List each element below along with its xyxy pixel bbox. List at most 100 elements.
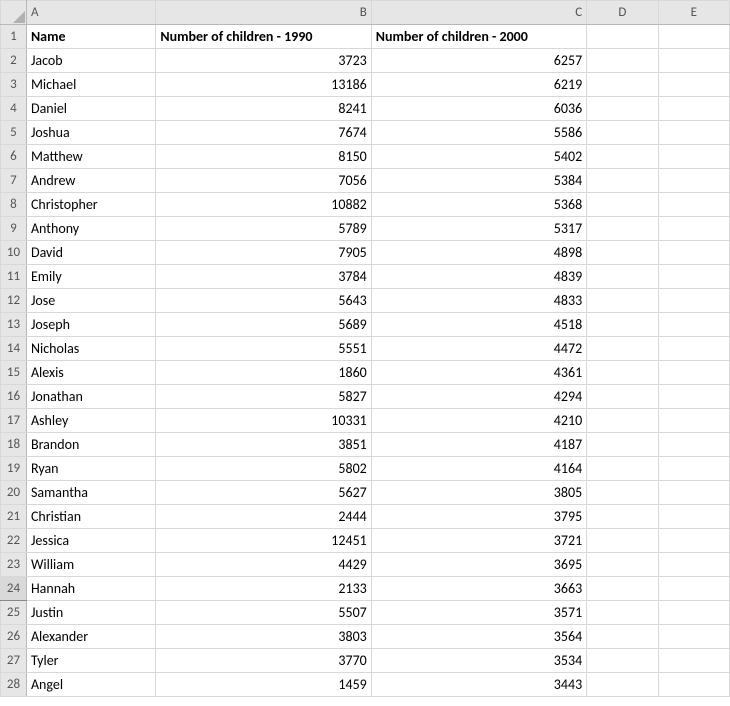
cell-E2[interactable] xyxy=(658,49,729,73)
cell-A20[interactable]: Samantha xyxy=(26,481,155,505)
cell-E8[interactable] xyxy=(658,193,729,217)
cell-B21[interactable]: 2444 xyxy=(156,505,371,529)
cell-A27[interactable]: Tyler xyxy=(26,649,155,673)
cell-A12[interactable]: Jose xyxy=(26,289,155,313)
cell-D24[interactable] xyxy=(587,577,658,601)
cell-C23[interactable]: 3695 xyxy=(371,553,586,577)
cell-E1[interactable] xyxy=(658,25,729,49)
cell-B19[interactable]: 5802 xyxy=(156,457,371,481)
cell-B7[interactable]: 7056 xyxy=(156,169,371,193)
cell-C20[interactable]: 3805 xyxy=(371,481,586,505)
cell-C24[interactable]: 3663 xyxy=(371,577,586,601)
cell-E28[interactable] xyxy=(658,673,729,697)
cell-C8[interactable]: 5368 xyxy=(371,193,586,217)
cell-B9[interactable]: 5789 xyxy=(156,217,371,241)
cell-D11[interactable] xyxy=(587,265,658,289)
row-header-24[interactable]: 24 xyxy=(1,577,27,601)
cell-B5[interactable]: 7674 xyxy=(156,121,371,145)
cell-C28[interactable]: 3443 xyxy=(371,673,586,697)
cell-B26[interactable]: 3803 xyxy=(156,625,371,649)
cell-D16[interactable] xyxy=(587,385,658,409)
cell-A8[interactable]: Christopher xyxy=(26,193,155,217)
row-header-3[interactable]: 3 xyxy=(1,73,27,97)
cell-D2[interactable] xyxy=(587,49,658,73)
cell-A17[interactable]: Ashley xyxy=(26,409,155,433)
row-header-26[interactable]: 26 xyxy=(1,625,27,649)
row-header-28[interactable]: 28 xyxy=(1,673,27,697)
cell-A5[interactable]: Joshua xyxy=(26,121,155,145)
cell-C27[interactable]: 3534 xyxy=(371,649,586,673)
row-header-15[interactable]: 15 xyxy=(1,361,27,385)
row-header-7[interactable]: 7 xyxy=(1,169,27,193)
row-header-23[interactable]: 23 xyxy=(1,553,27,577)
cell-C9[interactable]: 5317 xyxy=(371,217,586,241)
cell-D14[interactable] xyxy=(587,337,658,361)
cell-E13[interactable] xyxy=(658,313,729,337)
row-header-8[interactable]: 8 xyxy=(1,193,27,217)
cell-B17[interactable]: 10331 xyxy=(156,409,371,433)
cell-E10[interactable] xyxy=(658,241,729,265)
cell-E26[interactable] xyxy=(658,625,729,649)
cell-C7[interactable]: 5384 xyxy=(371,169,586,193)
cell-B25[interactable]: 5507 xyxy=(156,601,371,625)
cell-A10[interactable]: David xyxy=(26,241,155,265)
cell-A14[interactable]: Nicholas xyxy=(26,337,155,361)
cell-D5[interactable] xyxy=(587,121,658,145)
cell-D3[interactable] xyxy=(587,73,658,97)
cell-D4[interactable] xyxy=(587,97,658,121)
cell-A15[interactable]: Alexis xyxy=(26,361,155,385)
cell-D26[interactable] xyxy=(587,625,658,649)
cell-B20[interactable]: 5627 xyxy=(156,481,371,505)
row-header-22[interactable]: 22 xyxy=(1,529,27,553)
cell-A4[interactable]: Daniel xyxy=(26,97,155,121)
cell-E11[interactable] xyxy=(658,265,729,289)
cell-E14[interactable] xyxy=(658,337,729,361)
cell-A3[interactable]: Michael xyxy=(26,73,155,97)
cell-B24[interactable]: 2133 xyxy=(156,577,371,601)
cell-C1[interactable]: Number of children - 2000 xyxy=(371,25,586,49)
cell-B8[interactable]: 10882 xyxy=(156,193,371,217)
cell-D25[interactable] xyxy=(587,601,658,625)
cell-B13[interactable]: 5689 xyxy=(156,313,371,337)
cell-A21[interactable]: Christian xyxy=(26,505,155,529)
cell-C13[interactable]: 4518 xyxy=(371,313,586,337)
cell-A24[interactable]: Hannah xyxy=(26,577,155,601)
cell-D23[interactable] xyxy=(587,553,658,577)
cell-E21[interactable] xyxy=(658,505,729,529)
cell-B10[interactable]: 7905 xyxy=(156,241,371,265)
cell-D9[interactable] xyxy=(587,217,658,241)
row-header-14[interactable]: 14 xyxy=(1,337,27,361)
cell-A11[interactable]: Emily xyxy=(26,265,155,289)
cell-B6[interactable]: 8150 xyxy=(156,145,371,169)
cell-C26[interactable]: 3564 xyxy=(371,625,586,649)
cell-A19[interactable]: Ryan xyxy=(26,457,155,481)
row-header-12[interactable]: 12 xyxy=(1,289,27,313)
cell-D13[interactable] xyxy=(587,313,658,337)
cell-C12[interactable]: 4833 xyxy=(371,289,586,313)
cell-C21[interactable]: 3795 xyxy=(371,505,586,529)
cell-C2[interactable]: 6257 xyxy=(371,49,586,73)
cell-D12[interactable] xyxy=(587,289,658,313)
row-header-4[interactable]: 4 xyxy=(1,97,27,121)
cell-D15[interactable] xyxy=(587,361,658,385)
cell-D28[interactable] xyxy=(587,673,658,697)
cell-D21[interactable] xyxy=(587,505,658,529)
cell-B11[interactable]: 3784 xyxy=(156,265,371,289)
cell-E5[interactable] xyxy=(658,121,729,145)
cell-C6[interactable]: 5402 xyxy=(371,145,586,169)
row-header-1[interactable]: 1 xyxy=(1,25,27,49)
cell-E25[interactable] xyxy=(658,601,729,625)
cell-C15[interactable]: 4361 xyxy=(371,361,586,385)
cell-E16[interactable] xyxy=(658,385,729,409)
cell-A28[interactable]: Angel xyxy=(26,673,155,697)
cell-D18[interactable] xyxy=(587,433,658,457)
cell-E19[interactable] xyxy=(658,457,729,481)
col-header-C[interactable]: C xyxy=(371,1,586,25)
cell-B28[interactable]: 1459 xyxy=(156,673,371,697)
col-header-E[interactable]: E xyxy=(658,1,729,25)
cell-A2[interactable]: Jacob xyxy=(26,49,155,73)
cell-E22[interactable] xyxy=(658,529,729,553)
cell-D8[interactable] xyxy=(587,193,658,217)
cell-E23[interactable] xyxy=(658,553,729,577)
cell-C14[interactable]: 4472 xyxy=(371,337,586,361)
